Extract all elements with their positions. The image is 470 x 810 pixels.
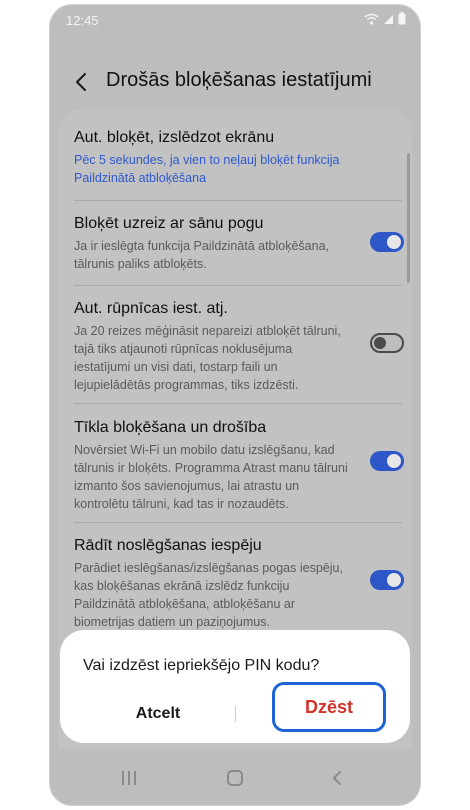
toggle-knob <box>374 337 386 349</box>
title-bar: Drošās bloķēšanas iestatījumi <box>50 57 420 107</box>
toggle-knob <box>387 235 401 249</box>
divider <box>74 200 402 201</box>
setting-title: Bloķēt uzreiz ar sānu pogu <box>74 215 264 232</box>
home-button[interactable] <box>226 770 244 786</box>
delete-pin-dialog: Vai izdzēst iepriekšējo PIN kodu? Atcelt… <box>60 630 410 743</box>
chevron-left-icon <box>76 73 86 91</box>
toggle-knob <box>387 454 401 468</box>
cancel-button[interactable]: Atcelt <box>88 698 228 730</box>
toggle-knob <box>387 573 401 587</box>
back-button[interactable] <box>68 69 94 95</box>
network-lock-toggle[interactable] <box>370 451 404 471</box>
phone-screen: 12:45 Drošās bloķēšanas iestatījumi Aut.… <box>50 5 420 805</box>
status-time: 12:45 <box>66 13 99 28</box>
page-title: Drošās bloķēšanas iestatījumi <box>106 69 372 91</box>
setting-side-button-lock[interactable]: Bloķēt uzreiz ar sānu pogu Ja ir ieslēgt… <box>74 215 386 273</box>
divider <box>74 403 402 404</box>
wifi-icon <box>364 13 379 25</box>
setting-description: Pēc 5 sekundes, ja vien to neļauj bloķēt… <box>74 153 340 185</box>
recents-icon <box>122 771 136 785</box>
signal-icon <box>384 14 393 24</box>
setting-description: Ja 20 reizes mēģināsit nepareizi atbloķē… <box>74 324 341 392</box>
setting-title: Rādīt noslēgšanas iespēju <box>74 537 262 554</box>
scrollbar[interactable] <box>407 153 410 283</box>
setting-network-lock[interactable]: Tīkla bloķēšana un drošība Novērsiet Wi-… <box>74 419 386 513</box>
status-icons <box>364 12 406 25</box>
factory-reset-toggle[interactable] <box>370 333 404 353</box>
status-bar: 12:45 <box>50 5 420 37</box>
nav-back-button[interactable] <box>330 770 344 786</box>
home-icon <box>227 770 243 786</box>
setting-title: Tīkla bloķēšana un drošība <box>74 419 267 436</box>
setting-description: Ja ir ieslēgta funkcija Paildzinātā atbl… <box>74 239 330 271</box>
dialog-divider <box>235 706 236 722</box>
setting-description: Novērsiet Wi-Fi un mobilo datu izslēgšan… <box>74 443 348 511</box>
setting-factory-reset[interactable]: Aut. rūpnīcas iest. atj. Ja 20 reizes mē… <box>74 300 386 394</box>
setting-title: Aut. bloķēt, izslēdzot ekrānu <box>74 129 275 146</box>
lockdown-option-toggle[interactable] <box>370 570 404 590</box>
divider <box>74 522 402 523</box>
setting-lockdown-option[interactable]: Rādīt noslēgšanas iespēju Parādiet ieslē… <box>74 537 386 631</box>
divider <box>74 285 402 286</box>
delete-button[interactable]: Dzēst <box>272 682 386 732</box>
setting-auto-lock[interactable]: Aut. bloķēt, izslēdzot ekrānu Pēc 5 seku… <box>74 129 386 187</box>
setting-description: Parādiet ieslēgšanas/izslēgšanas pogas i… <box>74 561 343 629</box>
recents-button[interactable] <box>120 770 138 786</box>
setting-title: Aut. rūpnīcas iest. atj. <box>74 300 228 317</box>
back-icon <box>332 771 341 785</box>
navigation-bar <box>50 750 420 805</box>
battery-icon <box>398 12 406 25</box>
side-button-lock-toggle[interactable] <box>370 232 404 252</box>
dialog-message: Vai izdzēst iepriekšējo PIN kodu? <box>83 657 320 674</box>
